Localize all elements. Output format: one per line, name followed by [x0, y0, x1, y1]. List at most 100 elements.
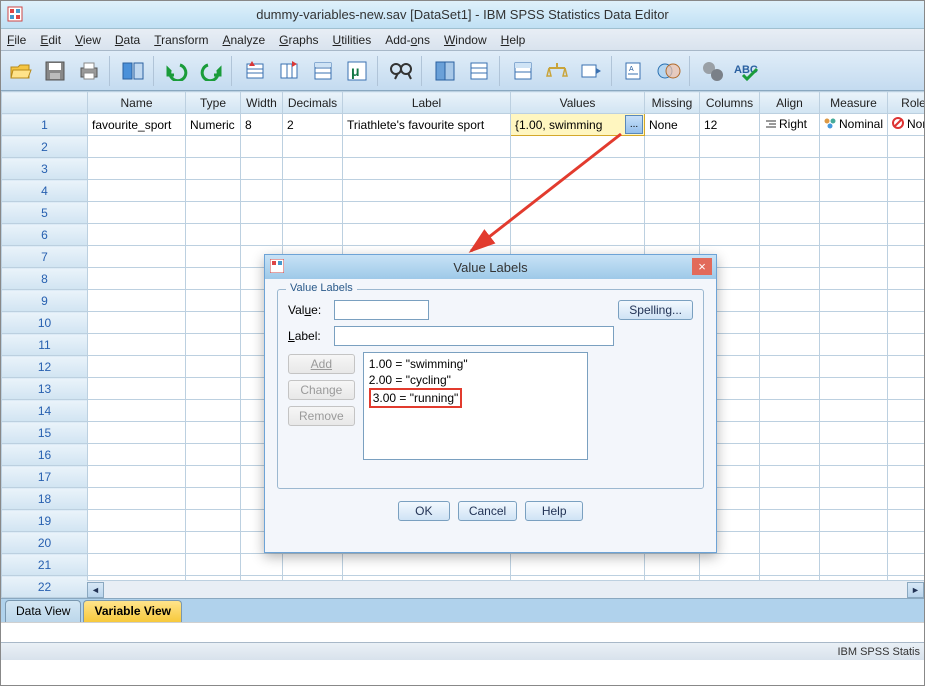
- row-num[interactable]: 10: [2, 312, 88, 334]
- help-button[interactable]: Help: [525, 501, 583, 521]
- run-descriptives-icon[interactable]: μ: [341, 55, 373, 87]
- row-num[interactable]: 3: [2, 158, 88, 180]
- spelling-button[interactable]: Spelling...: [618, 300, 693, 320]
- use-sets-icon[interactable]: A: [619, 55, 651, 87]
- open-icon[interactable]: [5, 55, 37, 87]
- cell-missing[interactable]: None: [645, 114, 700, 136]
- menu-edit[interactable]: Edit: [40, 33, 61, 47]
- col-values[interactable]: Values: [511, 92, 645, 114]
- menu-analyze[interactable]: Analyze: [222, 33, 265, 47]
- row-num[interactable]: 15: [2, 422, 88, 444]
- row-num[interactable]: 5: [2, 202, 88, 224]
- cell-values[interactable]: {1.00, swimming ...: [511, 114, 645, 136]
- redo-icon[interactable]: [195, 55, 227, 87]
- cell-name[interactable]: favourite_sport: [88, 114, 186, 136]
- row-num[interactable]: 9: [2, 290, 88, 312]
- list-item[interactable]: 2.00 = "cycling": [369, 372, 582, 388]
- col-align[interactable]: Align: [760, 92, 820, 114]
- row-num[interactable]: 4: [2, 180, 88, 202]
- col-name[interactable]: Name: [88, 92, 186, 114]
- cell-role[interactable]: None: [888, 114, 925, 136]
- cell-width[interactable]: 8: [241, 114, 283, 136]
- value-labels-list[interactable]: 1.00 = "swimming" 2.00 = "cycling" 3.00 …: [363, 352, 588, 460]
- row-num[interactable]: 16: [2, 444, 88, 466]
- undo-icon[interactable]: [161, 55, 193, 87]
- row-num[interactable]: 11: [2, 334, 88, 356]
- col-decimals[interactable]: Decimals: [283, 92, 343, 114]
- col-label[interactable]: Label: [343, 92, 511, 114]
- select-cases-icon[interactable]: [507, 55, 539, 87]
- menu-transform[interactable]: Transform: [154, 33, 208, 47]
- row-num[interactable]: 2: [2, 136, 88, 158]
- variable-row-1[interactable]: 1 favourite_sport Numeric 8 2 Triathlete…: [2, 114, 925, 136]
- value-labels-icon[interactable]: [575, 55, 607, 87]
- spellcheck-icon[interactable]: ABC: [731, 55, 763, 87]
- menu-graphs[interactable]: Graphs: [279, 33, 318, 47]
- split-file-icon[interactable]: [429, 55, 461, 87]
- list-item[interactable]: 1.00 = "swimming": [369, 356, 582, 372]
- row-num[interactable]: 21: [2, 554, 88, 576]
- print-icon[interactable]: [73, 55, 105, 87]
- ok-button[interactable]: OK: [398, 501, 450, 521]
- list-item[interactable]: 3.00 = "running": [369, 388, 582, 408]
- find-icon[interactable]: [385, 55, 417, 87]
- scroll-left-icon[interactable]: ◄: [87, 582, 104, 598]
- row-num[interactable]: 12: [2, 356, 88, 378]
- label-input[interactable]: [334, 326, 614, 346]
- scroll-right-icon[interactable]: ►: [907, 582, 924, 598]
- cell-decimals[interactable]: 2: [283, 114, 343, 136]
- menu-file[interactable]: File: [7, 33, 26, 47]
- row-num[interactable]: 13: [2, 378, 88, 400]
- add-button[interactable]: Add: [288, 354, 355, 374]
- row-num[interactable]: 1: [2, 114, 88, 136]
- cell-type[interactable]: Numeric: [186, 114, 241, 136]
- menu-utilities[interactable]: Utilities: [333, 33, 372, 47]
- row-num[interactable]: 6: [2, 224, 88, 246]
- row-num[interactable]: 20: [2, 532, 88, 554]
- menu-window[interactable]: Window: [444, 33, 487, 47]
- row-num[interactable]: 19: [2, 510, 88, 532]
- weight-icon[interactable]: [541, 55, 573, 87]
- menu-addons[interactable]: Add-ons: [385, 33, 430, 47]
- cancel-button[interactable]: Cancel: [458, 501, 517, 521]
- col-width[interactable]: Width: [241, 92, 283, 114]
- row-num[interactable]: 22: [2, 576, 88, 598]
- row-num[interactable]: 17: [2, 466, 88, 488]
- horizontal-scrollbar[interactable]: ◄ ►: [87, 580, 924, 598]
- customize-icon[interactable]: [697, 55, 729, 87]
- change-button[interactable]: Change: [288, 380, 355, 400]
- row-num[interactable]: 7: [2, 246, 88, 268]
- menu-data[interactable]: Data: [115, 33, 140, 47]
- save-icon[interactable]: [39, 55, 71, 87]
- tab-variable-view[interactable]: Variable View: [83, 600, 182, 622]
- col-columns[interactable]: Columns: [700, 92, 760, 114]
- toolbar: μ A ABC: [1, 51, 924, 91]
- goto-case-icon[interactable]: [239, 55, 271, 87]
- cell-align[interactable]: Right: [760, 114, 820, 136]
- row-num[interactable]: 14: [2, 400, 88, 422]
- row-num[interactable]: 18: [2, 488, 88, 510]
- tab-data-view[interactable]: Data View: [5, 600, 81, 622]
- cell-label[interactable]: Triathlete's favourite sport: [343, 114, 511, 136]
- col-type[interactable]: Type: [186, 92, 241, 114]
- col-rownum[interactable]: [2, 92, 88, 114]
- dialog-title-bar[interactable]: Value Labels ×: [265, 255, 716, 279]
- column-header-row: Name Type Width Decimals Label Values Mi…: [2, 92, 925, 114]
- cell-measure[interactable]: Nominal: [820, 114, 888, 136]
- remove-button[interactable]: Remove: [288, 406, 355, 426]
- col-measure[interactable]: Measure: [820, 92, 888, 114]
- menu-help[interactable]: Help: [501, 33, 526, 47]
- row-num[interactable]: 8: [2, 268, 88, 290]
- col-role[interactable]: Role: [888, 92, 925, 114]
- weight-cases-icon[interactable]: [463, 55, 495, 87]
- cell-columns[interactable]: 12: [700, 114, 760, 136]
- col-missing[interactable]: Missing: [645, 92, 700, 114]
- close-button[interactable]: ×: [692, 258, 712, 275]
- variables-icon[interactable]: [307, 55, 339, 87]
- show-all-variables-icon[interactable]: [653, 55, 685, 87]
- values-ellipsis-button[interactable]: ...: [625, 115, 643, 134]
- menu-view[interactable]: View: [75, 33, 101, 47]
- value-input[interactable]: [334, 300, 429, 320]
- goto-variable-icon[interactable]: [273, 55, 305, 87]
- recall-dialog-icon[interactable]: [117, 55, 149, 87]
